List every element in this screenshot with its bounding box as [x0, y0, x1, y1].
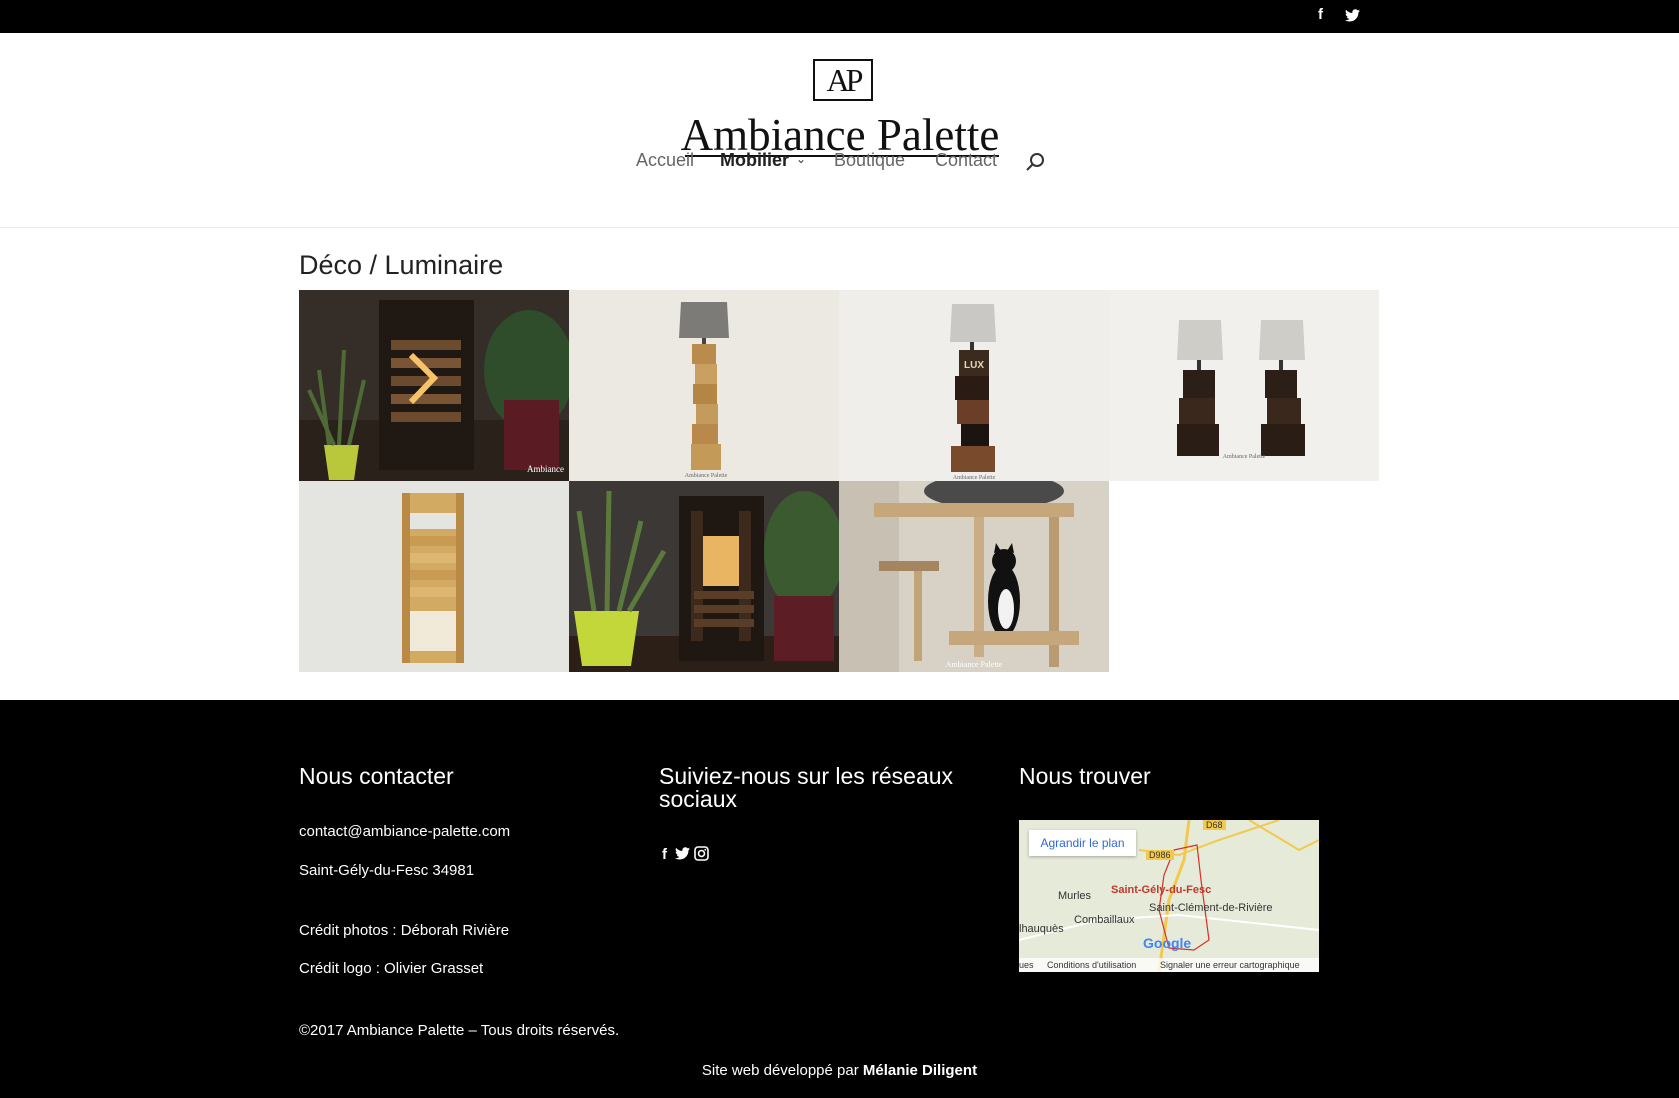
- page-title: Déco / Luminaire: [299, 250, 504, 280]
- google-logo: Google: [1143, 935, 1192, 951]
- map-footer: ues Conditions d'utilisation Signaler un…: [1019, 958, 1319, 972]
- facebook-icon[interactable]: f: [662, 846, 667, 863]
- gallery-item-cube-lamp-grey[interactable]: Ambiance Palette: [569, 290, 839, 481]
- footer-copyright: ©2017 Ambiance Palette – Tous droits rés…: [299, 1022, 620, 1039]
- map-label-road: D986: [1146, 850, 1174, 860]
- top-bar: f: [0, 0, 1679, 33]
- footer-credit-prefix: Site web développé par: [701, 1062, 859, 1079]
- twitter-icon[interactable]: [1345, 9, 1360, 22]
- footer-email[interactable]: contact@ambiance-palette.com: [299, 823, 510, 840]
- site-footer: [0, 700, 1679, 1098]
- map-terms-link[interactable]: Conditions d'utilisation: [1047, 958, 1136, 972]
- map-cut-text: ues: [1019, 960, 1034, 970]
- nav-item-accueil[interactable]: Accueil: [636, 150, 694, 171]
- footer-map-heading: Nous trouver: [1019, 763, 1151, 789]
- nav-item-contact[interactable]: Contact: [935, 150, 997, 171]
- map-label-road: D68: [1203, 820, 1226, 830]
- map-label-town: Saint-Gély-du-Fesc: [1111, 884, 1212, 896]
- svg-text:LUX: LUX: [964, 360, 984, 371]
- map-label-town: lhauquès: [1019, 923, 1064, 935]
- instagram-icon[interactable]: [694, 846, 709, 861]
- facebook-icon[interactable]: f: [1318, 6, 1323, 23]
- gallery-item-pallet-lamp-plants[interactable]: [569, 481, 839, 672]
- gallery-watermark: Ambiance Palette: [685, 473, 728, 479]
- gallery-item-cube-lamp-dark[interactable]: LUX Ambiance Palette: [839, 290, 1109, 481]
- nav-item-boutique[interactable]: Boutique: [834, 150, 905, 171]
- footer-photo-credit: Crédit photos : Déborah Rivière: [299, 922, 510, 939]
- svg-text:Ambiance: Ambiance: [527, 464, 564, 474]
- gallery-watermark: Ambiance Palette: [946, 660, 1003, 669]
- gallery-item-twin-lamps[interactable]: Ambiance Palette: [1109, 290, 1379, 481]
- footer-logo-credit: Crédit logo : Olivier Grasset: [299, 960, 484, 977]
- logo-monogram[interactable]: AP: [813, 59, 873, 101]
- embedded-map[interactable]: Agrandir le plan D68 D986 Saint-Gély-du-…: [1019, 820, 1319, 972]
- footer-credit: Site web développé par Mélanie Diligent: [0, 1062, 1679, 1079]
- footer-credit-name[interactable]: Mélanie Diligent: [863, 1062, 977, 1079]
- map-enlarge-button[interactable]: Agrandir le plan: [1029, 830, 1136, 856]
- footer-social-heading: Suiviez-nous sur les réseaux sociaux: [659, 763, 954, 812]
- site-header: AP Ambiance Palette: [0, 33, 1679, 228]
- search-icon[interactable]: [1025, 151, 1047, 173]
- nav-item-mobilier[interactable]: Mobilier: [720, 150, 789, 171]
- gallery-item-cat-tree[interactable]: Ambiance Palette: [839, 481, 1109, 672]
- footer-city: Saint-Gély-du-Fesc 34981: [299, 862, 475, 879]
- gallery-item-pallet-lantern[interactable]: [299, 481, 569, 672]
- twitter-icon[interactable]: [675, 847, 690, 860]
- gallery-item-wall-lamp-lit[interactable]: Ambiance: [299, 290, 569, 481]
- map-label-town: Murles: [1058, 890, 1092, 902]
- map-label-town: Combaillaux: [1074, 914, 1135, 926]
- gallery-watermark: Ambiance Palette: [1223, 454, 1266, 460]
- chevron-down-icon[interactable]: ⌄: [796, 152, 806, 166]
- footer-contact-heading: Nous contacter: [299, 763, 454, 789]
- map-report-link[interactable]: Signaler une erreur cartographique: [1160, 958, 1300, 972]
- map-label-town: Saint-Clément-de-Rivière: [1149, 902, 1273, 914]
